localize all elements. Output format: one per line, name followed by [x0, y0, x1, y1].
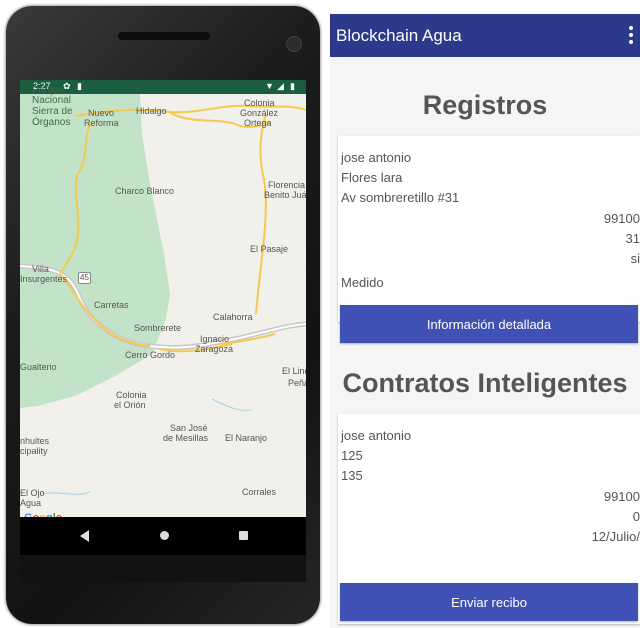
registro-card: jose antonio Flores lara Av sombreretill…: [338, 136, 640, 322]
map-label: Zaragoza: [195, 344, 234, 354]
more-options-icon[interactable]: [628, 26, 634, 46]
contratos-heading: Contratos Inteligentes: [342, 368, 628, 398]
map-label: Ignacio: [200, 334, 230, 344]
map-label: Benito Juár: [264, 190, 306, 200]
contrato-value: 125: [341, 448, 363, 463]
contrato-right-value: 0: [632, 509, 640, 524]
map-label: Carretas: [94, 300, 129, 310]
registro-value: 99100: [603, 211, 640, 226]
map-label: Nuevo: [88, 108, 115, 118]
map-label: Hidalgo: [136, 106, 167, 116]
map-label: El Pasaje: [250, 244, 289, 254]
map-label: Órganos: [32, 117, 71, 128]
sd-card-icon: ▮: [77, 81, 82, 91]
map-label: Sierra de: [32, 106, 73, 117]
map-label: Cerro Gordo: [125, 350, 176, 360]
phone-mockup: 2:27 ✿ ▮ ▼ ◢ ▮ Parque Nacional Sierra de…: [0, 0, 322, 628]
map-label: Villa: [32, 264, 49, 274]
home-icon[interactable]: [160, 531, 169, 540]
map-label: San José: [170, 423, 208, 433]
map-label: Agua: [20, 498, 42, 508]
contrato-name: jose antonio: [341, 428, 412, 443]
registro-value: si: [630, 251, 640, 266]
registros-heading: Registros: [422, 90, 548, 120]
map-label: cipality: [20, 446, 48, 456]
map-label: de Mesillas: [163, 433, 209, 443]
map-label: Ortega: [244, 118, 272, 128]
android-nav-bar: [20, 517, 306, 555]
app-bar: Blockchain Agua: [330, 14, 640, 57]
registro-value: 31: [625, 231, 640, 246]
map-label: Sombrerete: [134, 323, 182, 333]
map-view[interactable]: Parque Nacional Sierra de Órganos Nuevo …: [20, 85, 306, 524]
map-label: nhuites: [20, 436, 50, 446]
registro-address: Av sombreretillo #31: [341, 190, 460, 205]
map-label: Colonia: [116, 390, 147, 400]
map-label: Colonia: [244, 98, 275, 108]
map-label: Charco Blanco: [115, 186, 175, 196]
phone-camera: [286, 36, 302, 52]
map-label: El Ojo: [20, 488, 45, 498]
map-label: Florencia de: [268, 180, 306, 190]
phone-chin: [20, 555, 306, 582]
recent-apps-icon[interactable]: [239, 531, 248, 540]
map-label: Calahorra: [213, 312, 253, 322]
enviar-recibo-button[interactable]: Enviar recibo: [340, 583, 638, 621]
map-label: Nacional: [32, 95, 71, 106]
highway-shield: 45: [78, 272, 91, 284]
registro-name: jose antonio: [341, 150, 412, 165]
map-label: el Orión: [114, 400, 146, 410]
phone-screen: 2:27 ✿ ▮ ▼ ◢ ▮ Parque Nacional Sierra de…: [20, 80, 306, 582]
map-label: Peña: [288, 378, 306, 388]
registro-surname: Flores lara: [341, 170, 403, 185]
map-label: Gualterio: [20, 362, 57, 372]
wifi-icon: ▼: [265, 81, 274, 91]
info-detallada-button[interactable]: Información detallada: [340, 305, 638, 343]
back-icon[interactable]: [80, 530, 89, 542]
app-screen: Blockchain Agua Registros jose antonio F…: [330, 14, 640, 628]
registro-status: Medido: [341, 275, 384, 290]
phone-speaker: [118, 32, 210, 40]
map-label: Reforma: [84, 118, 119, 128]
map-label: Insurgentes: [20, 274, 68, 284]
signal-icon: ◢: [277, 81, 284, 91]
contrato-value: 135: [341, 468, 363, 483]
battery-icon: ▮: [290, 81, 295, 91]
app-title: Blockchain Agua: [336, 26, 462, 45]
contrato-date: 12/Julio/: [591, 529, 640, 544]
map-label: Corrales: [242, 487, 277, 497]
map-canvas: [20, 94, 306, 495]
map-label: González: [240, 108, 279, 118]
map-label: El Naranjo: [225, 433, 268, 443]
contrato-right-value: 99100: [603, 489, 640, 504]
map-label: El Linde: [282, 366, 306, 376]
